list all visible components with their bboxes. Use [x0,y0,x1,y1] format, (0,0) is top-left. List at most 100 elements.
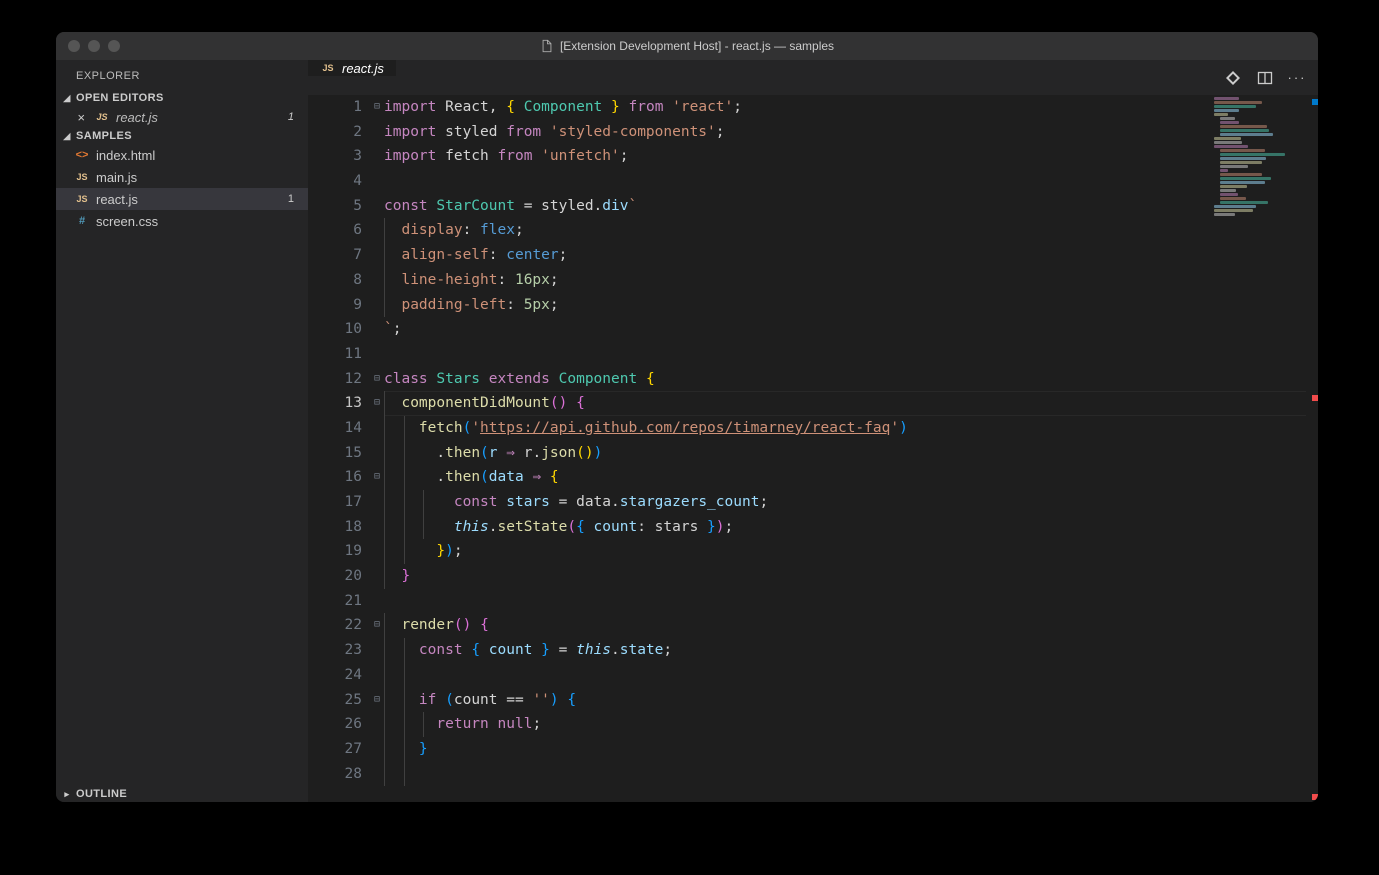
code-line[interactable]: const stars = data.stargazers_count; [384,490,1318,515]
code-content[interactable]: import React, { Component } from 'react'… [384,95,1318,802]
line-number: 17 [308,490,362,515]
line-number: 11 [308,342,362,367]
js-file-icon: JS [74,169,90,185]
code-line[interactable]: import React, { Component } from 'react'… [384,95,1318,120]
code-line[interactable]: componentDidMount() { [384,391,1318,416]
fold-toggle [370,342,384,367]
line-number: 27 [308,737,362,762]
overview-ruler[interactable] [1306,95,1318,802]
code-line[interactable]: line-height: 16px; [384,268,1318,293]
fold-toggle [370,737,384,762]
file-name: screen.css [96,214,158,229]
code-line[interactable]: this.setState({ count: stars }); [384,515,1318,540]
open-editors-label: OPEN EDITORS [76,92,164,104]
code-editor[interactable]: 1234567891011121314151617181920212223242… [308,95,1318,802]
file-tree-item[interactable]: JS react.js 1 [56,188,308,210]
line-number: 15 [308,441,362,466]
code-line[interactable]: class Stars extends Component { [384,367,1318,392]
titlebar: [Extension Development Host] - react.js … [56,32,1318,60]
tab-label: react.js [342,61,384,76]
split-editor-icon[interactable] [1256,69,1274,87]
line-number: 12 [308,367,362,392]
chevron-down-icon: ◢ [62,93,72,104]
fold-toggle [370,663,384,688]
code-line[interactable]: } [384,737,1318,762]
code-line[interactable] [384,342,1318,367]
code-line[interactable]: const { count } = this.state; [384,638,1318,663]
fold-toggle [370,416,384,441]
tabbar-actions: ··· [1224,60,1318,95]
line-number: 9 [308,293,362,318]
code-line[interactable]: import fetch from 'unfetch'; [384,144,1318,169]
file-name: main.js [96,170,137,185]
fold-toggle[interactable]: ⊟ [370,367,384,392]
js-file-icon: JS [94,109,110,125]
code-line[interactable]: fetch('https://api.github.com/repos/tima… [384,416,1318,441]
js-file-icon: JS [74,191,90,207]
fold-toggle [370,712,384,737]
line-number: 25 [308,688,362,713]
code-line[interactable]: const StarCount = styled.div` [384,194,1318,219]
code-line[interactable]: padding-left: 5px; [384,293,1318,318]
fold-toggle[interactable]: ⊟ [370,613,384,638]
fold-toggle [370,490,384,515]
line-number: 10 [308,317,362,342]
more-actions-icon[interactable]: ··· [1288,69,1306,87]
line-number: 8 [308,268,362,293]
fold-toggle[interactable]: ⊟ [370,391,384,416]
file-name: index.html [96,148,155,163]
line-number: 2 [308,120,362,145]
code-line[interactable]: align-self: center; [384,243,1318,268]
line-number: 4 [308,169,362,194]
code-line[interactable] [384,663,1318,688]
fold-toggle [370,515,384,540]
file-name: react.js [96,192,138,207]
code-line[interactable]: display: flex; [384,218,1318,243]
code-line[interactable]: }); [384,539,1318,564]
fold-toggle [370,169,384,194]
chevron-down-icon: ◢ [62,131,72,142]
workspace-header[interactable]: ◢ SAMPLES [56,128,308,144]
dirty-badge: 1 [284,111,298,123]
line-number: 28 [308,762,362,787]
close-editor-icon[interactable]: × [74,110,88,125]
line-number: 7 [308,243,362,268]
problems-badge: 1 [284,193,298,205]
code-line[interactable]: } [384,564,1318,589]
fold-toggle[interactable]: ⊟ [370,95,384,120]
line-number: 21 [308,589,362,614]
line-number: 24 [308,663,362,688]
fold-toggle[interactable]: ⊟ [370,465,384,490]
code-line[interactable]: .then(r ⇒ r.json()) [384,441,1318,466]
code-line[interactable] [384,589,1318,614]
fold-toggle[interactable]: ⊟ [370,688,384,713]
editor-area: JS react.js ··· 123456789101112131415161… [308,60,1318,802]
file-name: react.js [116,110,158,125]
window-title: [Extension Development Host] - react.js … [56,39,1318,53]
fold-toggle [370,589,384,614]
fold-gutter: ⊟⊟⊟⊟⊟⊟ [370,95,384,802]
file-tree-item[interactable]: <> index.html [56,144,308,166]
outline-header[interactable]: ▸ OUTLINE [56,786,308,802]
code-line[interactable] [384,169,1318,194]
file-tree-item[interactable]: # screen.css [56,210,308,232]
code-line[interactable]: return null; [384,712,1318,737]
file-tree-item[interactable]: JS main.js [56,166,308,188]
open-editors-header[interactable]: ◢ OPEN EDITORS [56,90,308,106]
editor-tab[interactable]: JS react.js [308,60,397,76]
open-editor-item[interactable]: × JS react.js 1 [56,106,308,128]
line-number: 13 [308,391,362,416]
css-file-icon: # [74,213,90,229]
code-line[interactable]: `; [384,317,1318,342]
fold-toggle [370,218,384,243]
code-line[interactable] [384,762,1318,787]
line-number: 3 [308,144,362,169]
code-line[interactable]: import styled from 'styled-components'; [384,120,1318,145]
code-line[interactable]: render() { [384,613,1318,638]
line-number: 19 [308,539,362,564]
fold-toggle [370,317,384,342]
code-line[interactable]: if (count == '') { [384,688,1318,713]
code-line[interactable]: .then(data ⇒ { [384,465,1318,490]
show-changes-icon[interactable] [1224,69,1242,87]
line-number: 1 [308,95,362,120]
